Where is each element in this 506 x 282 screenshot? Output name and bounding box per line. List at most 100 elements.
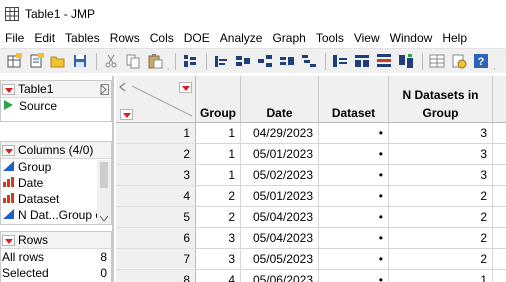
cell-dataset[interactable]: • bbox=[319, 186, 389, 207]
cell-empty[interactable] bbox=[493, 249, 506, 270]
cell-n-datasets[interactable]: 2 bbox=[389, 228, 493, 249]
scrollbar-thumb[interactable] bbox=[100, 162, 108, 188]
collapse-panel-icon[interactable] bbox=[100, 83, 109, 95]
cell-empty[interactable] bbox=[493, 270, 506, 282]
cell-group[interactable]: 3 bbox=[196, 249, 241, 270]
cell-date[interactable]: 05/01/2023 bbox=[241, 186, 319, 207]
toolbar-overflow-icon[interactable]: ˯ bbox=[167, 63, 169, 70]
menu-graph[interactable]: Graph bbox=[267, 28, 310, 48]
column-header-date[interactable]: Date bbox=[241, 76, 319, 123]
columns-red-triangle-icon[interactable] bbox=[179, 82, 192, 93]
menu-cols[interactable]: Cols bbox=[145, 28, 179, 48]
row-number[interactable]: 5 bbox=[116, 207, 196, 228]
distribution-icon[interactable] bbox=[211, 53, 230, 70]
cell-n-datasets[interactable]: 3 bbox=[389, 165, 493, 186]
graph-builder-icon[interactable] bbox=[277, 53, 296, 70]
menu-doe[interactable]: DOE bbox=[179, 28, 215, 48]
cell-group[interactable]: 2 bbox=[196, 207, 241, 228]
cell-empty[interactable] bbox=[493, 228, 506, 249]
columns-scrollbar[interactable] bbox=[97, 160, 111, 224]
cell-date[interactable]: 05/06/2023 bbox=[241, 270, 319, 282]
cell-date[interactable]: 05/01/2023 bbox=[241, 144, 319, 165]
cell-date[interactable]: 04/29/2023 bbox=[241, 123, 319, 144]
scroll-down-icon[interactable] bbox=[100, 216, 108, 222]
cell-empty[interactable] bbox=[493, 144, 506, 165]
row-number[interactable]: 2 bbox=[116, 144, 196, 165]
red-triangle-menu-icon[interactable] bbox=[2, 83, 15, 95]
cell-dataset[interactable]: • bbox=[319, 249, 389, 270]
cell-empty[interactable] bbox=[493, 186, 506, 207]
row-number[interactable]: 1 bbox=[116, 123, 196, 144]
rows-red-triangle-icon[interactable] bbox=[120, 109, 133, 120]
cell-empty[interactable] bbox=[493, 165, 506, 186]
help-icon[interactable]: ? bbox=[471, 53, 490, 70]
column-header-n-datasets[interactable]: N Datasets in Group bbox=[389, 76, 493, 123]
menu-window[interactable]: Window bbox=[385, 28, 438, 48]
new-data-table-icon[interactable] bbox=[4, 53, 23, 70]
cell-dataset[interactable]: • bbox=[319, 270, 389, 282]
menu-file[interactable]: File bbox=[0, 28, 29, 48]
table-summary-icon[interactable] bbox=[330, 53, 349, 70]
copy-icon[interactable] bbox=[123, 53, 142, 70]
column-list-item[interactable]: N Dat...Group é bbox=[1, 207, 111, 223]
new-script-icon[interactable] bbox=[26, 53, 45, 70]
toolbar-overflow-icon[interactable]: ˯ bbox=[493, 63, 495, 70]
cell-n-datasets[interactable]: 2 bbox=[389, 186, 493, 207]
column-header-dataset[interactable]: Dataset bbox=[319, 76, 389, 123]
column-list-item[interactable]: Dataset bbox=[1, 191, 111, 207]
cell-dataset[interactable]: • bbox=[319, 144, 389, 165]
menu-rows[interactable]: Rows bbox=[105, 28, 145, 48]
cell-date[interactable]: 05/04/2023 bbox=[241, 207, 319, 228]
cell-empty[interactable] bbox=[493, 207, 506, 228]
layout-icon[interactable] bbox=[180, 53, 199, 70]
split-icon[interactable] bbox=[427, 53, 446, 70]
red-triangle-menu-icon[interactable] bbox=[2, 234, 15, 246]
stack-icon[interactable] bbox=[396, 53, 415, 70]
cell-group[interactable]: 4 bbox=[196, 270, 241, 282]
row-number[interactable]: 4 bbox=[116, 186, 196, 207]
column-header-group[interactable]: Group bbox=[196, 76, 241, 123]
grid-corner[interactable] bbox=[116, 76, 196, 123]
cell-dataset[interactable]: • bbox=[319, 123, 389, 144]
red-triangle-menu-icon[interactable] bbox=[2, 144, 15, 156]
fit-model-icon[interactable] bbox=[255, 53, 274, 70]
cell-dataset[interactable]: • bbox=[319, 165, 389, 186]
column-list-item[interactable]: Group bbox=[1, 159, 111, 175]
menu-edit[interactable]: Edit bbox=[29, 28, 60, 48]
cell-n-datasets[interactable]: 1 bbox=[389, 270, 493, 282]
script-icon[interactable] bbox=[449, 53, 468, 70]
open-icon[interactable] bbox=[48, 53, 67, 70]
cell-dataset[interactable]: • bbox=[319, 228, 389, 249]
fit-y-by-x-icon[interactable] bbox=[233, 53, 252, 70]
cut-icon[interactable] bbox=[101, 53, 120, 70]
cell-group[interactable]: 1 bbox=[196, 165, 241, 186]
row-number[interactable]: 6 bbox=[116, 228, 196, 249]
menu-view[interactable]: View bbox=[349, 28, 385, 48]
join-icon[interactable] bbox=[374, 53, 393, 70]
control-chart-icon[interactable] bbox=[299, 53, 318, 70]
menu-tools[interactable]: Tools bbox=[311, 28, 349, 48]
row-number[interactable]: 7 bbox=[116, 249, 196, 270]
cell-date[interactable]: 05/02/2023 bbox=[241, 165, 319, 186]
cell-n-datasets[interactable]: 2 bbox=[389, 207, 493, 228]
cell-group[interactable]: 2 bbox=[196, 186, 241, 207]
column-list-item[interactable]: Date bbox=[1, 175, 111, 191]
paste-icon[interactable] bbox=[145, 53, 164, 70]
cell-empty[interactable] bbox=[493, 123, 506, 144]
save-icon[interactable] bbox=[70, 53, 89, 70]
row-number[interactable]: 3 bbox=[116, 165, 196, 186]
cell-n-datasets[interactable]: 3 bbox=[389, 144, 493, 165]
menu-analyze[interactable]: Analyze bbox=[215, 28, 268, 48]
tabulate-icon[interactable] bbox=[352, 53, 371, 70]
cell-date[interactable]: 05/05/2023 bbox=[241, 249, 319, 270]
menu-tables[interactable]: Tables bbox=[60, 28, 105, 48]
cell-n-datasets[interactable]: 2 bbox=[389, 249, 493, 270]
source-script-row[interactable]: Source bbox=[1, 98, 111, 114]
cell-group[interactable]: 1 bbox=[196, 144, 241, 165]
menu-help[interactable]: Help bbox=[437, 28, 472, 48]
cell-dataset[interactable]: • bbox=[319, 207, 389, 228]
cell-n-datasets[interactable]: 3 bbox=[389, 123, 493, 144]
cell-group[interactable]: 3 bbox=[196, 228, 241, 249]
cell-date[interactable]: 05/04/2023 bbox=[241, 228, 319, 249]
row-number[interactable]: 8 bbox=[116, 270, 196, 282]
